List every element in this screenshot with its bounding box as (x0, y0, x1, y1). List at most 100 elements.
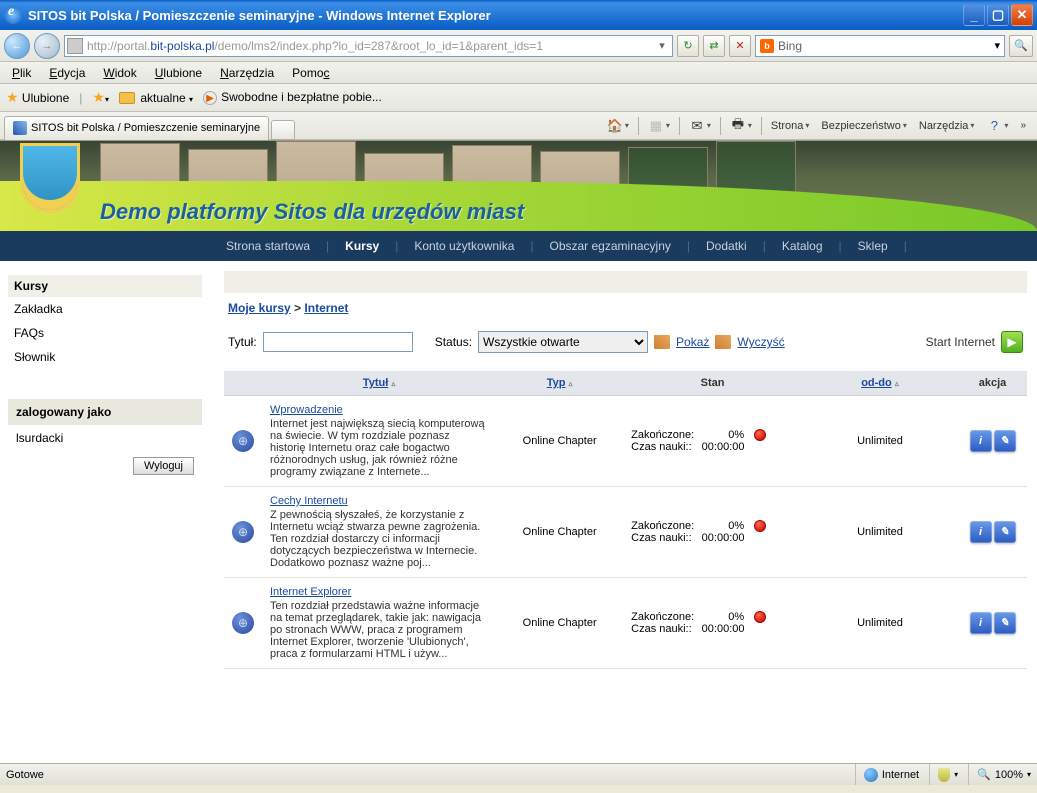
menu-file[interactable]: Plik (4, 64, 39, 82)
address-bar[interactable]: http://portal.bit-polska.pl/demo/lms2/in… (64, 35, 673, 57)
window-minimize-button[interactable]: _ (963, 4, 985, 26)
book-icon (715, 335, 731, 349)
refresh-button[interactable]: ↻ (677, 35, 699, 57)
browser-tab[interactable]: SITOS bit Polska / Pomieszczenie seminar… (4, 116, 269, 140)
banner-title: Demo platformy Sitos dla urzędów miast (100, 199, 524, 225)
sidebar-kursy[interactable]: Kursy (8, 275, 202, 297)
info-button[interactable]: i (970, 430, 992, 452)
start-play-button[interactable]: ▶ (1001, 331, 1023, 353)
forward-button[interactable]: → (34, 33, 60, 59)
edit-button[interactable]: ✎ (994, 612, 1016, 634)
search-input[interactable] (778, 39, 994, 53)
menu-tools[interactable]: Narzędzia (212, 64, 282, 82)
filter-status-select[interactable]: Wszystkie otwarte (478, 331, 648, 353)
new-tab-button[interactable] (271, 120, 295, 140)
search-go-button[interactable]: 🔍 (1009, 35, 1033, 57)
sidebar: Kursy Zakładka FAQs Słownik zalogowany j… (0, 261, 210, 763)
nav-strona[interactable]: Strona startowa (220, 239, 316, 253)
fav-item-swobodne[interactable]: ▶Swobodne i bezpłatne pobie... (203, 90, 382, 106)
favorites-button[interactable]: ★ Ulubione (6, 89, 69, 106)
table-row: ⊕WprowadzenieInternet jest największą si… (224, 396, 1027, 487)
filter-title-label: Tytuł: (228, 335, 257, 349)
completed-label: Zakończone: (631, 611, 694, 623)
course-title-link[interactable]: Internet Explorer (270, 586, 351, 598)
globe-icon: ⊕ (232, 430, 254, 452)
th-tytul[interactable]: Tytuł (363, 377, 388, 389)
print-button[interactable]: 🖶▾ (727, 116, 755, 136)
th-typ[interactable]: Typ (547, 377, 566, 389)
zoom-control[interactable]: 🔍 100% ▾ (968, 764, 1031, 785)
page-banner: Demo platformy Sitos dla urzędów miast (0, 141, 1037, 231)
bc-internet[interactable]: Internet (304, 301, 348, 315)
filter-show-link[interactable]: Pokaż (676, 335, 709, 349)
url-path: /demo/lms2/index.php?lo_id=287&root_lo_i… (214, 39, 543, 53)
back-button[interactable]: ← (4, 33, 30, 59)
tab-bar: SITOS bit Polska / Pomieszczenie seminar… (0, 112, 1037, 140)
add-favorite-button[interactable]: ★▾ (92, 89, 109, 106)
from-to: Unlimited (802, 396, 958, 487)
time-value: 00:00:00 (702, 623, 745, 635)
window-maximize-button[interactable]: ▢ (987, 4, 1009, 26)
status-dot-icon (754, 520, 766, 532)
course-type: Online Chapter (496, 487, 623, 578)
home-button[interactable]: 🏠▾ (604, 116, 632, 136)
edit-button[interactable]: ✎ (994, 521, 1016, 543)
star-icon: ★ (6, 89, 19, 105)
mail-button[interactable]: ✉▾ (686, 116, 714, 136)
compat-button[interactable]: ⇄ (703, 35, 725, 57)
feeds-button[interactable]: ▦▾ (645, 116, 673, 136)
completed-pct: 0% (704, 611, 744, 623)
tab-favicon (13, 121, 27, 135)
start-internet-label: Start Internet (926, 335, 995, 349)
bc-moje-kursy[interactable]: Moje kursy (228, 301, 291, 315)
tools-menu[interactable]: Narzędzia ▾ (916, 118, 978, 134)
th-oddo[interactable]: od-do (861, 377, 892, 389)
chevrons-button[interactable]: » (1017, 118, 1027, 133)
status-zone[interactable]: Internet (855, 764, 919, 785)
filter-title-input[interactable] (263, 332, 413, 352)
course-title-link[interactable]: Wprowadzenie (270, 404, 343, 416)
stop-button[interactable]: ✕ (729, 35, 751, 57)
search-dropdown-icon[interactable]: ▾ (994, 39, 1000, 52)
page-main: Kursy Zakładka FAQs Słownik zalogowany j… (0, 261, 1037, 763)
logout-button[interactable]: Wyloguj (133, 457, 194, 475)
window-title: SITOS bit Polska / Pomieszczenie seminar… (28, 8, 491, 23)
status-bar: Gotowe Internet ▾ 🔍 100% ▾ (0, 763, 1037, 785)
menu-help[interactable]: Pomoc (284, 64, 337, 82)
sidebar-faqs[interactable]: FAQs (8, 321, 202, 345)
book-icon (654, 335, 670, 349)
info-button[interactable]: i (970, 612, 992, 634)
course-title-link[interactable]: Cechy Internetu (270, 495, 348, 507)
protected-mode[interactable]: ▾ (929, 764, 958, 785)
time-label: Czas nauki:: (631, 623, 692, 635)
nav-obszar[interactable]: Obszar egzaminacyjny (544, 239, 677, 253)
nav-konto[interactable]: Konto użytkownika (408, 239, 520, 253)
help-button[interactable]: ?▾ (983, 116, 1011, 136)
sidebar-zakladka[interactable]: Zakładka (8, 297, 202, 321)
from-to: Unlimited (802, 487, 958, 578)
window-close-button[interactable]: ✕ (1011, 4, 1033, 26)
info-button[interactable]: i (970, 521, 992, 543)
nav-sklep[interactable]: Sklep (852, 239, 894, 253)
breadcrumb: Moje kursy > Internet (224, 293, 1027, 323)
page-menu[interactable]: Strona ▾ (768, 118, 812, 134)
safety-menu[interactable]: Bezpieczeństwo ▾ (818, 118, 910, 134)
nav-toolbar: ← → http://portal.bit-polska.pl/demo/lms… (0, 30, 1037, 62)
globe-icon: ⊕ (232, 521, 254, 543)
zoom-icon: 🔍 (977, 768, 991, 781)
status-dot-icon (754, 611, 766, 623)
fav-folder-aktualne[interactable]: aktualne ▾ (119, 91, 193, 105)
sidebar-slownik[interactable]: Słownik (8, 345, 202, 369)
menu-edit[interactable]: Edycja (41, 64, 93, 82)
nav-dodatki[interactable]: Dodatki (700, 239, 753, 253)
address-dropdown-icon[interactable]: ▾ (654, 39, 670, 52)
nav-kursy[interactable]: Kursy (339, 239, 385, 253)
menu-favorites[interactable]: Ulubione (147, 64, 210, 82)
search-box[interactable]: b ▾ (755, 35, 1005, 57)
course-type: Online Chapter (496, 396, 623, 487)
filter-clear-link[interactable]: Wyczyść (737, 335, 784, 349)
menu-view[interactable]: Widok (95, 64, 144, 82)
nav-katalog[interactable]: Katalog (776, 239, 829, 253)
edit-button[interactable]: ✎ (994, 430, 1016, 452)
course-type: Online Chapter (496, 578, 623, 669)
